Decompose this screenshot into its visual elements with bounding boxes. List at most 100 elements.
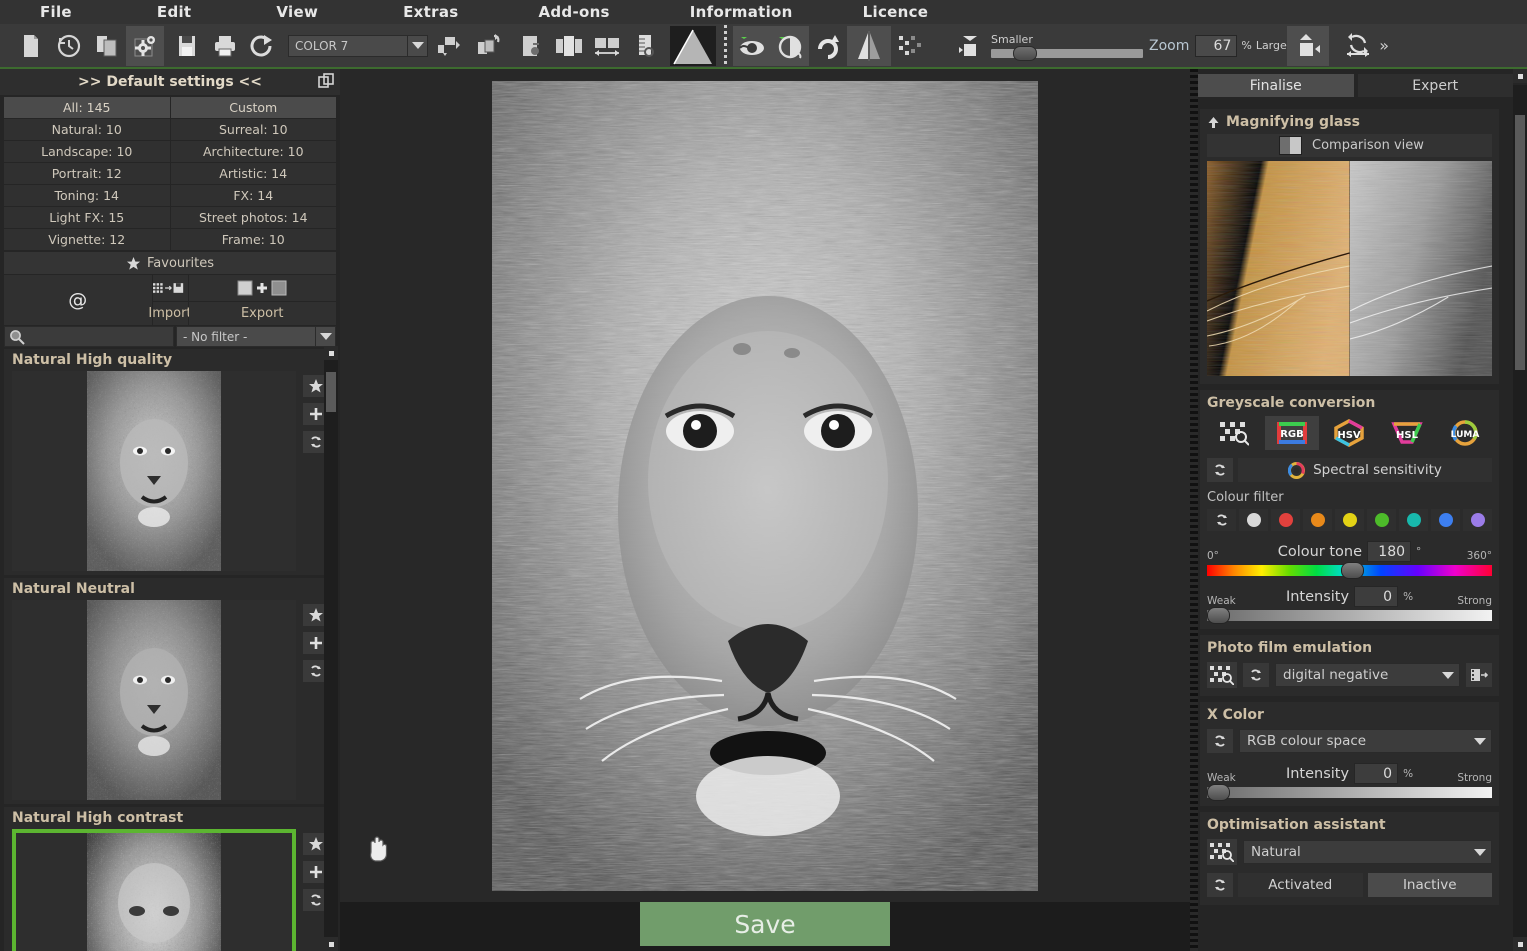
- category-street-photos[interactable]: Street photos: 14: [170, 207, 336, 228]
- swatch-yellow[interactable]: [1335, 509, 1364, 531]
- category-surreal[interactable]: Surreal: 10: [170, 119, 336, 140]
- film-select[interactable]: digital negative: [1275, 663, 1460, 687]
- print-icon[interactable]: [206, 26, 244, 66]
- stack-export-icon[interactable]: [470, 26, 508, 66]
- colour-tone-slider[interactable]: [1207, 562, 1492, 579]
- tab-expert[interactable]: Expert: [1357, 74, 1513, 97]
- reset-icon[interactable]: [1207, 458, 1233, 482]
- film-reset-icon[interactable]: [1243, 663, 1269, 687]
- greyscale-intensity-knob[interactable]: [1207, 607, 1230, 624]
- import-button[interactable]: [152, 275, 188, 301]
- fit-to-window-icon[interactable]: [1339, 26, 1377, 66]
- menu-item-addons[interactable]: Add-ons: [528, 3, 619, 21]
- list-item[interactable]: Natural High contrast: [4, 807, 336, 951]
- resize-width-icon[interactable]: [588, 26, 626, 66]
- zoom-smaller-icon[interactable]: [951, 26, 989, 66]
- colour-tone-slider-knob[interactable]: [1340, 562, 1364, 579]
- list-item[interactable]: Natural Neutral: [4, 578, 336, 804]
- at-sign-icon[interactable]: @: [4, 275, 152, 325]
- category-all[interactable]: All: 145: [4, 97, 170, 118]
- category-landscape[interactable]: Landscape: 10: [4, 141, 170, 162]
- list-item[interactable]: Natural High quality: [4, 349, 336, 575]
- swatch-white[interactable]: [1239, 509, 1268, 531]
- x-color-reset-icon[interactable]: [1207, 729, 1233, 753]
- filter-select[interactable]: - No filter -: [176, 326, 336, 347]
- tab-finalise[interactable]: Finalise: [1198, 74, 1354, 97]
- favourites-button[interactable]: Favourites: [4, 252, 336, 274]
- arrow-up-icon[interactable]: [1207, 116, 1220, 129]
- zoom-value[interactable]: 67: [1195, 34, 1238, 57]
- preview-grid-icon[interactable]: [1207, 416, 1261, 450]
- compare-split-icon[interactable]: [771, 25, 809, 66]
- scroll-up-button[interactable]: [1513, 69, 1527, 83]
- preview-eye-icon[interactable]: [733, 25, 771, 66]
- greyscale-intensity-slider[interactable]: [1207, 607, 1492, 624]
- menu-item-information[interactable]: Information: [680, 3, 803, 21]
- category-light-fx[interactable]: Light FX: 15: [4, 207, 170, 228]
- x-color-intensity-value[interactable]: 0: [1354, 763, 1399, 784]
- optimiser-reset-icon[interactable]: [1207, 873, 1233, 897]
- new-document-icon[interactable]: [12, 26, 50, 66]
- x-color-intensity-slider[interactable]: [1207, 784, 1492, 801]
- flip-horizontal-icon[interactable]: [847, 25, 891, 66]
- image-viewport[interactable]: [340, 69, 1190, 902]
- luma-icon[interactable]: LUMA: [1438, 416, 1492, 450]
- save-disk-icon[interactable]: [168, 26, 206, 66]
- chevron-down-icon[interactable]: [1437, 664, 1459, 686]
- category-vignette[interactable]: Vignette: 12: [4, 229, 170, 250]
- chevron-down-icon[interactable]: [315, 327, 335, 346]
- film-preview-grid-icon[interactable]: [1207, 662, 1237, 688]
- chevron-down-icon[interactable]: [1469, 841, 1491, 863]
- batch-export-icon[interactable]: [432, 26, 470, 66]
- hsl-icon[interactable]: HSL: [1380, 416, 1435, 450]
- category-natural[interactable]: Natural: 10: [4, 119, 170, 140]
- save-button[interactable]: Save: [640, 902, 890, 946]
- swatch-blue[interactable]: [1431, 509, 1460, 531]
- menu-item-licence[interactable]: Licence: [853, 3, 939, 21]
- settings-panel-scrollbar[interactable]: [1513, 69, 1527, 951]
- export-button[interactable]: [188, 275, 336, 301]
- lion-photo[interactable]: [492, 80, 1038, 891]
- hsv-icon[interactable]: HSV: [1322, 416, 1377, 450]
- swatch-purple[interactable]: [1463, 509, 1492, 531]
- export-label[interactable]: Export: [188, 302, 336, 325]
- dock-window-icon[interactable]: [318, 73, 334, 89]
- menu-item-extras[interactable]: Extras: [393, 3, 468, 21]
- rotate-right-icon[interactable]: [809, 26, 847, 66]
- split-toggle-icon[interactable]: [1279, 136, 1302, 155]
- copy-document-icon[interactable]: [88, 26, 126, 66]
- search-input[interactable]: [4, 326, 174, 347]
- menu-item-file[interactable]: File: [30, 3, 82, 21]
- category-portrait[interactable]: Portrait: 12: [4, 163, 170, 184]
- optimiser-activated-button[interactable]: Activated: [1238, 873, 1363, 897]
- crop-icon[interactable]: [512, 26, 550, 66]
- colour-filter-reset-icon[interactable]: [1207, 509, 1236, 531]
- preset-thumbnail[interactable]: [12, 371, 296, 571]
- preset-list-scrollbar[interactable]: [324, 346, 338, 951]
- scroll-down-button[interactable]: [1513, 937, 1527, 951]
- menu-item-edit[interactable]: Edit: [147, 3, 202, 21]
- swatch-red[interactable]: [1271, 509, 1300, 531]
- category-artistic[interactable]: Artistic: 14: [170, 163, 336, 184]
- zoom-slider[interactable]: [991, 46, 1143, 61]
- colour-tone-value[interactable]: 180: [1367, 541, 1412, 562]
- zoom-slider-knob[interactable]: [1013, 46, 1037, 61]
- comparison-view-row[interactable]: Comparison view: [1207, 134, 1492, 157]
- zoom-larger-icon[interactable]: [1287, 25, 1330, 66]
- settings-gears-icon[interactable]: [126, 25, 164, 66]
- category-architecture[interactable]: Architecture: 10: [170, 141, 336, 162]
- swatch-orange[interactable]: [1303, 509, 1332, 531]
- noise-icon[interactable]: [891, 26, 929, 66]
- history-icon[interactable]: [50, 26, 88, 66]
- chevron-down-icon[interactable]: [1469, 730, 1491, 752]
- chevron-down-icon[interactable]: [407, 35, 427, 56]
- histogram-icon[interactable]: [668, 25, 718, 66]
- rgb-icon[interactable]: RGB: [1264, 416, 1319, 450]
- x-color-intensity-knob[interactable]: [1207, 784, 1230, 801]
- film-settings-icon[interactable]: [1466, 663, 1492, 687]
- share-arrow-icon[interactable]: [244, 26, 282, 66]
- toolbar-overflow-button[interactable]: »: [1379, 36, 1389, 55]
- measure-icon[interactable]: [626, 26, 664, 66]
- color-profile-select[interactable]: COLOR 7: [288, 34, 428, 57]
- scroll-down-button[interactable]: [324, 937, 338, 951]
